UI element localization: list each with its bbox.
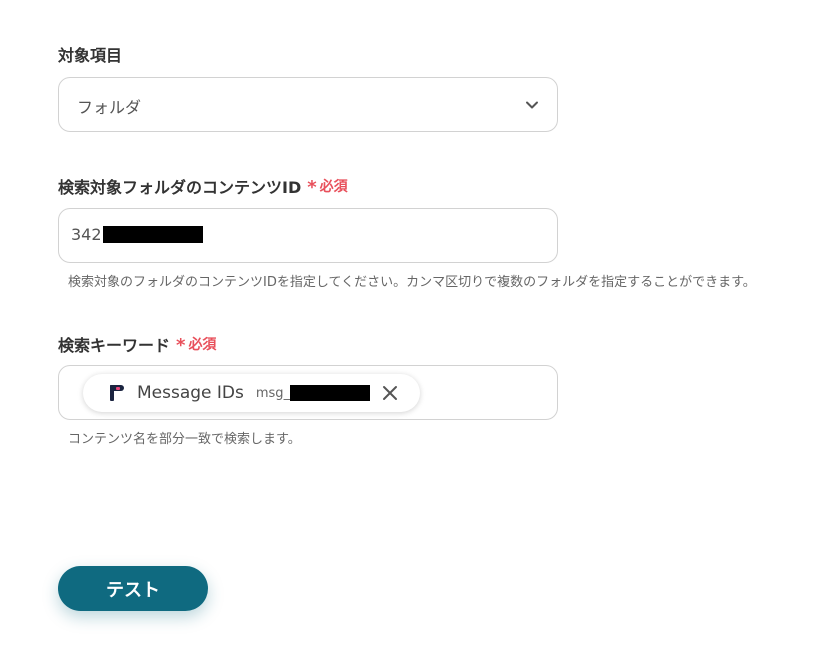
keyword-label: 検索キーワード * 必須 <box>58 332 216 356</box>
required-star: * <box>307 176 317 198</box>
folder-id-input[interactable]: 342 <box>58 208 558 263</box>
keyword-hint: コンテンツ名を部分一致で検索します。 <box>68 432 301 447</box>
folder-id-label-text: 検索対象フォルダのコンテンツID <box>58 178 302 197</box>
folder-id-label: 検索対象フォルダのコンテンツID * 必須 <box>58 174 348 198</box>
redacted-block <box>290 385 371 401</box>
required-badge: * 必須 <box>176 334 217 356</box>
required-text: 必須 <box>319 179 348 195</box>
required-star: * <box>176 334 186 356</box>
folder-id-hint: 検索対象のフォルダのコンテンツIDを指定してください。カンマ区切りで複数のフォル… <box>68 275 756 290</box>
chip-sub-value: msg_ <box>255 385 371 401</box>
variable-chip[interactable]: Message IDs msg_ <box>83 374 420 412</box>
target-item-selected-value: フォルダ <box>77 98 142 117</box>
chevron-down-icon <box>526 101 538 109</box>
redacted-block <box>102 226 203 243</box>
app-logo-icon <box>110 385 124 401</box>
chip-label: Message IDs <box>137 383 244 403</box>
folder-id-value: 342 <box>71 225 203 244</box>
required-badge: * 必須 <box>307 176 348 198</box>
test-button[interactable]: テスト <box>58 566 208 611</box>
target-item-select[interactable]: フォルダ <box>58 77 558 132</box>
required-text: 必須 <box>188 337 217 353</box>
close-icon[interactable] <box>382 385 398 401</box>
keyword-input[interactable]: Message IDs msg_ <box>58 365 558 420</box>
folder-id-value-prefix: 342 <box>71 225 102 244</box>
target-item-label-text: 対象項目 <box>58 46 123 65</box>
target-item-label: 対象項目 <box>58 42 122 66</box>
chip-sub-prefix: msg_ <box>255 385 291 401</box>
keyword-label-text: 検索キーワード <box>58 336 171 355</box>
